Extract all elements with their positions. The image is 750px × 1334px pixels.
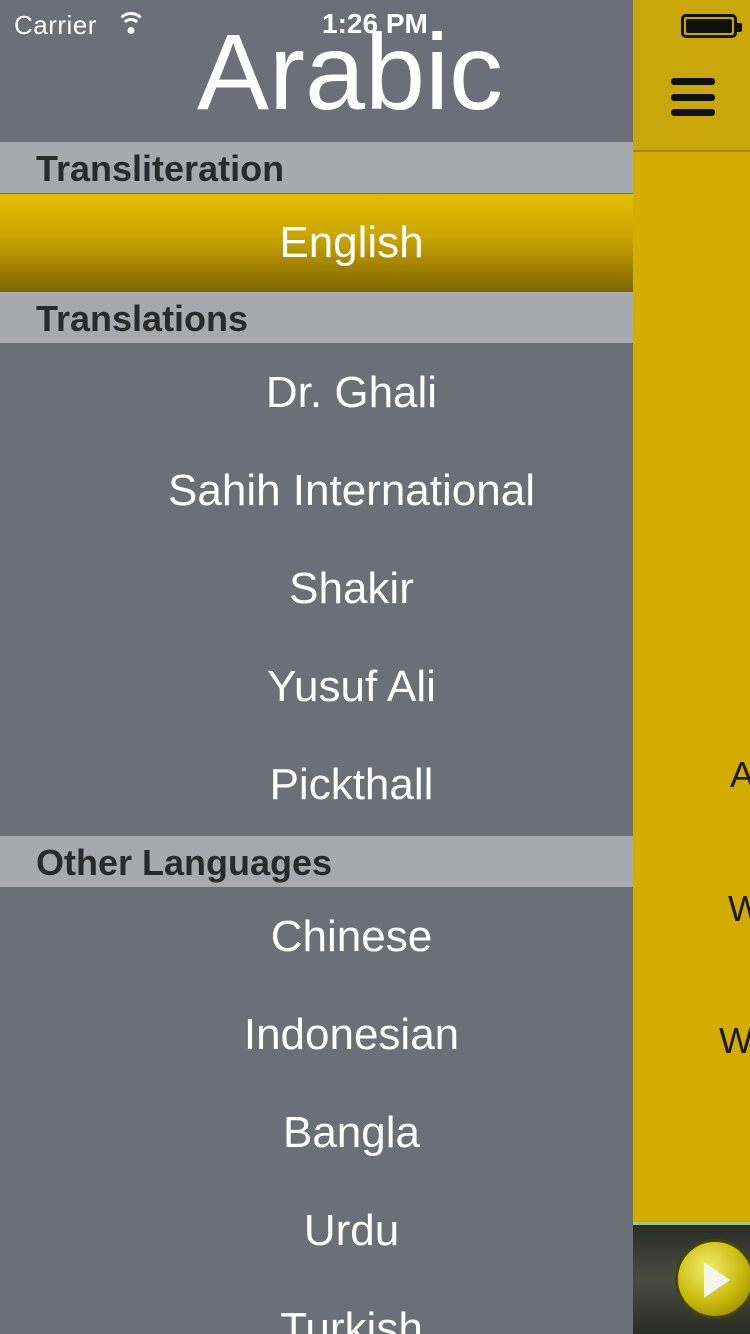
menu-item-sahih-international[interactable]: Sahih International	[0, 442, 633, 540]
menu-item-indonesian[interactable]: Indonesian	[0, 986, 633, 1084]
player-bar	[633, 1222, 750, 1334]
menu-item-chinese[interactable]: Chinese	[0, 888, 633, 986]
battery-icon	[681, 14, 742, 38]
menu-item-urdu[interactable]: Urdu	[0, 1182, 633, 1280]
menu-item-turkish[interactable]: Turkish	[0, 1280, 633, 1334]
drawer-title: Arabic	[196, 11, 504, 132]
main-text-fragment: A	[730, 754, 750, 795]
main-text-fragment: W	[719, 1020, 750, 1061]
side-drawer: Carrier 1:26 PM Arabic Transliteration E…	[0, 0, 633, 1334]
main-panel: A W W	[633, 0, 750, 1334]
hamburger-menu-icon[interactable]	[671, 78, 715, 116]
section-header-translations: Translations	[0, 292, 633, 343]
play-icon	[704, 1262, 730, 1298]
menu-item-shakir[interactable]: Shakir	[0, 540, 633, 638]
main-header	[633, 0, 750, 152]
section-header-other-languages: Other Languages	[0, 836, 633, 887]
menu-item-dr-ghali[interactable]: Dr. Ghali	[0, 344, 633, 442]
play-button[interactable]	[675, 1239, 750, 1319]
section-header-transliteration: Transliteration	[0, 142, 633, 193]
menu-item-bangla[interactable]: Bangla	[0, 1084, 633, 1182]
main-text-fragment: W	[728, 888, 750, 929]
menu-item-pickthall[interactable]: Pickthall	[0, 736, 633, 834]
menu-item-yusuf-ali[interactable]: Yusuf Ali	[0, 638, 633, 736]
menu-item-english[interactable]: English	[0, 194, 633, 292]
